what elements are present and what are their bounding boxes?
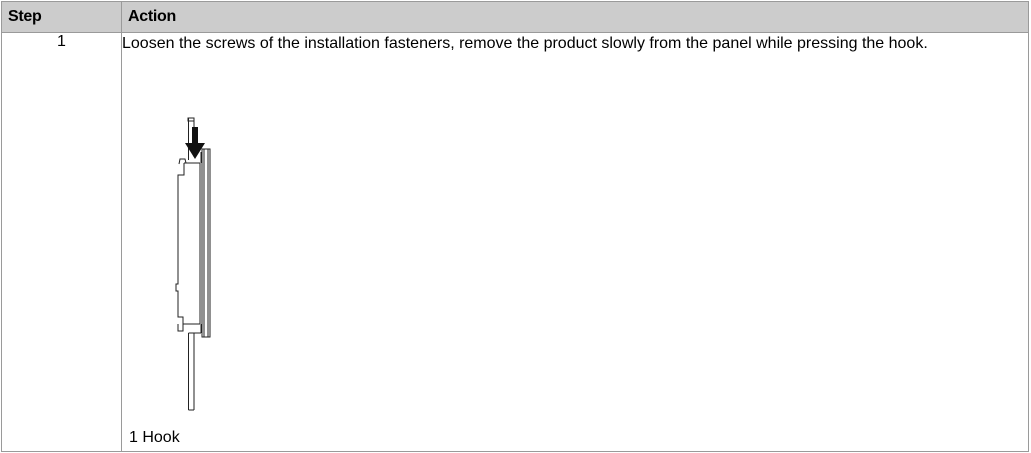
header-action: Action [121,1,1029,33]
action-text: Loosen the screws of the installation fa… [122,35,928,52]
panel-side-view-hook-illustration [175,117,211,411]
figure-caption: 1 Hook [129,429,180,446]
action-cell: Loosen the screws of the installation fa… [121,32,1029,452]
table-header-row: Step Action [1,1,1029,33]
table-row: 1 Loosen the screws of the installation … [1,32,1029,452]
steps-table: Step Action 1 Loosen the screws of the i… [1,1,1029,452]
header-step: Step [1,1,122,33]
step-number: 1 [1,32,122,452]
